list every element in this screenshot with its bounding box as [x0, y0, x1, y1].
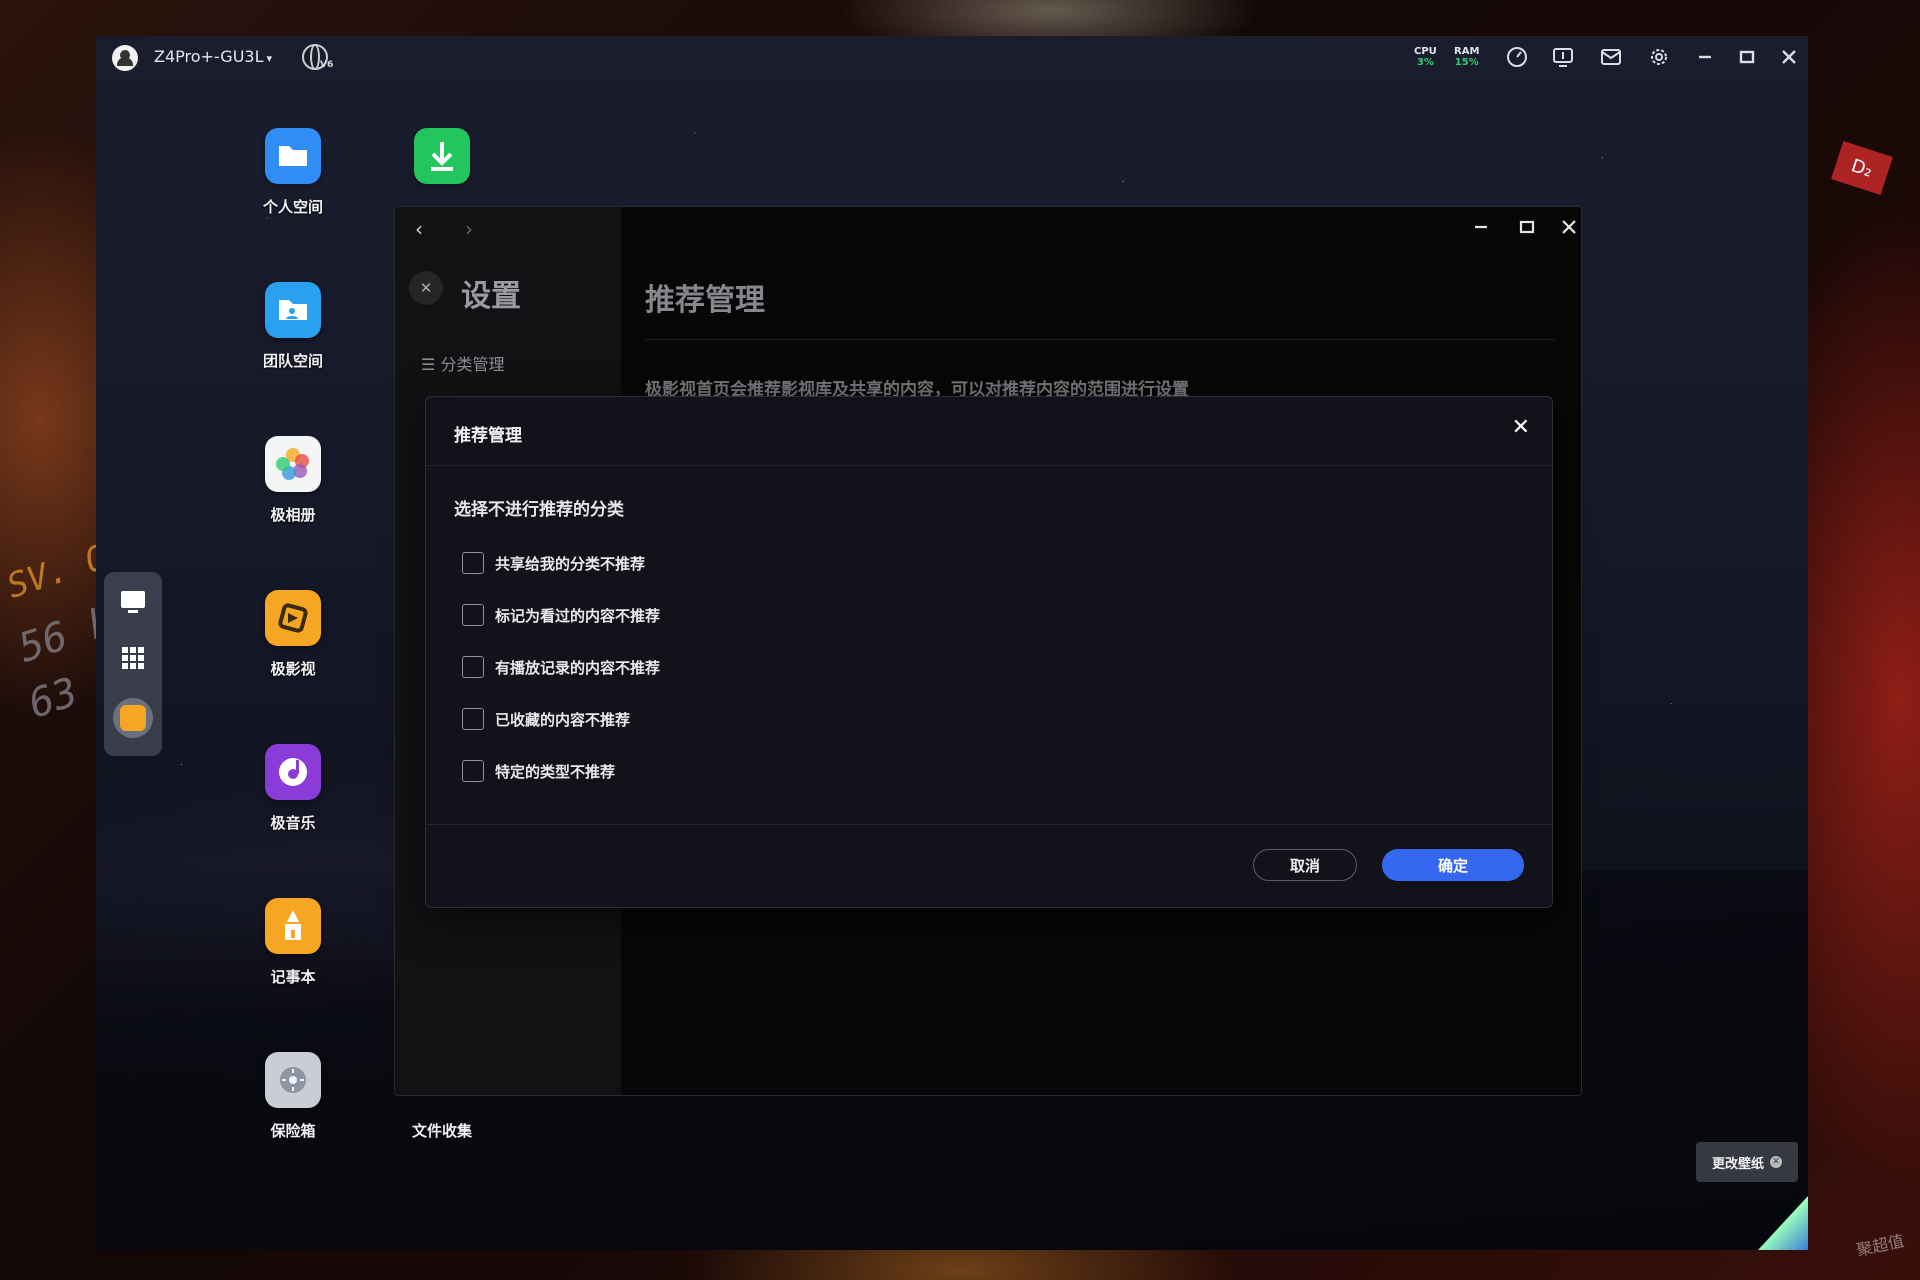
safe-icon: [265, 1052, 321, 1108]
cpu-label: CPU: [1414, 46, 1437, 57]
device-selector[interactable]: Z4Pro+-GU3L ▾: [154, 47, 272, 66]
divider: [426, 465, 1552, 466]
close-icon[interactable]: ✕: [1770, 1156, 1782, 1168]
maximize-icon[interactable]: [1734, 44, 1760, 70]
dialog-close-icon[interactable]: ✕: [1512, 415, 1530, 440]
ipv6-badge: V6: [320, 60, 334, 70]
divider: [426, 824, 1552, 825]
ram-label: RAM: [1454, 46, 1480, 57]
window-close-icon[interactable]: [1557, 219, 1581, 240]
option-favorites[interactable]: 已收藏的内容不推荐: [462, 707, 630, 731]
speedometer-icon[interactable]: [1504, 44, 1530, 70]
confirm-button[interactable]: 确定: [1382, 849, 1524, 881]
device-name-label: Z4Pro+-GU3L: [154, 47, 264, 66]
download-icon: [414, 128, 470, 184]
checkbox[interactable]: [462, 604, 484, 626]
settings-title: 设置: [461, 279, 521, 314]
user-avatar-icon[interactable]: [112, 45, 138, 71]
change-wallpaper-label: 更改壁纸: [1711, 1156, 1764, 1172]
app-label: 极影视: [270, 660, 316, 678]
recommend-dialog: 推荐管理 ✕ 选择不进行推荐的分类 共享给我的分类不推荐 标记为看过的内容不推荐…: [425, 396, 1553, 908]
list-icon: ☰: [421, 355, 441, 374]
option-label: 已收藏的内容不推荐: [495, 710, 631, 729]
app-label: 极相册: [270, 506, 316, 524]
video-icon: [265, 590, 321, 646]
checkbox[interactable]: [462, 708, 484, 730]
checkbox[interactable]: [462, 656, 484, 678]
app-label: 保险箱: [270, 1122, 316, 1140]
app-label: 记事本: [270, 968, 316, 986]
window-minimize-icon[interactable]: [1469, 219, 1493, 240]
desktop-icon[interactable]: [113, 582, 153, 622]
ram-value: 15%: [1454, 57, 1479, 68]
app-download[interactable]: [392, 128, 492, 196]
top-bar: Z4Pro+-GU3L ▾ V6 CPU 3% RAM 15%: [96, 36, 1808, 78]
change-wallpaper-button[interactable]: 更改壁纸 ✕: [1696, 1142, 1798, 1182]
dialog-title: 推荐管理: [454, 426, 522, 446]
dock: [104, 572, 162, 756]
dialog-subtitle: 选择不进行推荐的分类: [454, 500, 624, 520]
apps-grid-icon[interactable]: [113, 638, 153, 678]
checkbox[interactable]: [462, 552, 484, 574]
option-play-history[interactable]: 有播放记录的内容不推荐: [462, 655, 660, 679]
option-label: 共享给我的分类不推荐: [495, 554, 646, 573]
gear-icon[interactable]: [1646, 44, 1672, 70]
ram-stat: RAM 15%: [1454, 46, 1479, 68]
video-app-icon[interactable]: [113, 698, 153, 738]
checkbox[interactable]: [462, 760, 484, 782]
app-personal-space[interactable]: 个人空间: [243, 128, 343, 217]
option-marked-watched[interactable]: 标记为看过的内容不推荐: [462, 603, 660, 627]
window-maximize-icon[interactable]: [1515, 219, 1539, 240]
minimize-icon[interactable]: [1692, 44, 1718, 70]
back-arrow-icon[interactable]: ‹: [415, 217, 423, 241]
chevron-down-icon: ▾: [266, 52, 273, 65]
app-notepad[interactable]: 记事本: [243, 898, 343, 987]
app-label: 个人空间: [262, 198, 323, 216]
option-label: 有播放记录的内容不推荐: [495, 658, 661, 677]
app-label: 文件收集: [411, 1122, 472, 1140]
close-icon[interactable]: [1776, 44, 1802, 70]
cancel-button[interactable]: 取消: [1253, 849, 1357, 881]
monitor-icon[interactable]: [1550, 44, 1576, 70]
cpu-stat: CPU 3%: [1414, 46, 1437, 68]
app-team-space[interactable]: 团队空间: [243, 282, 343, 371]
divider: [645, 339, 1555, 340]
option-label: 标记为看过的内容不推荐: [495, 606, 661, 625]
app-video[interactable]: 极影视: [243, 590, 343, 679]
app-label: 极音乐: [270, 814, 316, 832]
forward-arrow-icon[interactable]: ›: [465, 217, 473, 241]
cpu-value: 3%: [1416, 57, 1434, 68]
app-safe[interactable]: 保险箱: [243, 1052, 343, 1141]
app-photos[interactable]: 极相册: [243, 436, 343, 525]
sidebar-item-label: 分类管理: [440, 355, 505, 374]
mail-icon[interactable]: [1598, 44, 1624, 70]
settings-close-icon[interactable]: ✕: [409, 271, 443, 305]
option-specific-type[interactable]: 特定的类型不推荐: [462, 759, 615, 783]
photos-icon: [265, 436, 321, 492]
option-shared-to-me[interactable]: 共享给我的分类不推荐: [462, 551, 645, 575]
option-label: 特定的类型不推荐: [495, 762, 616, 781]
page-title: 推荐管理: [645, 283, 765, 318]
sidebar-item-category[interactable]: ☰ 分类管理: [421, 351, 504, 375]
notepad-icon: [265, 898, 321, 954]
music-icon: [265, 744, 321, 800]
team-folder-icon: [265, 282, 321, 338]
folder-icon: [265, 128, 321, 184]
app-music[interactable]: 极音乐: [243, 744, 343, 833]
app-label: 团队空间: [262, 352, 323, 370]
